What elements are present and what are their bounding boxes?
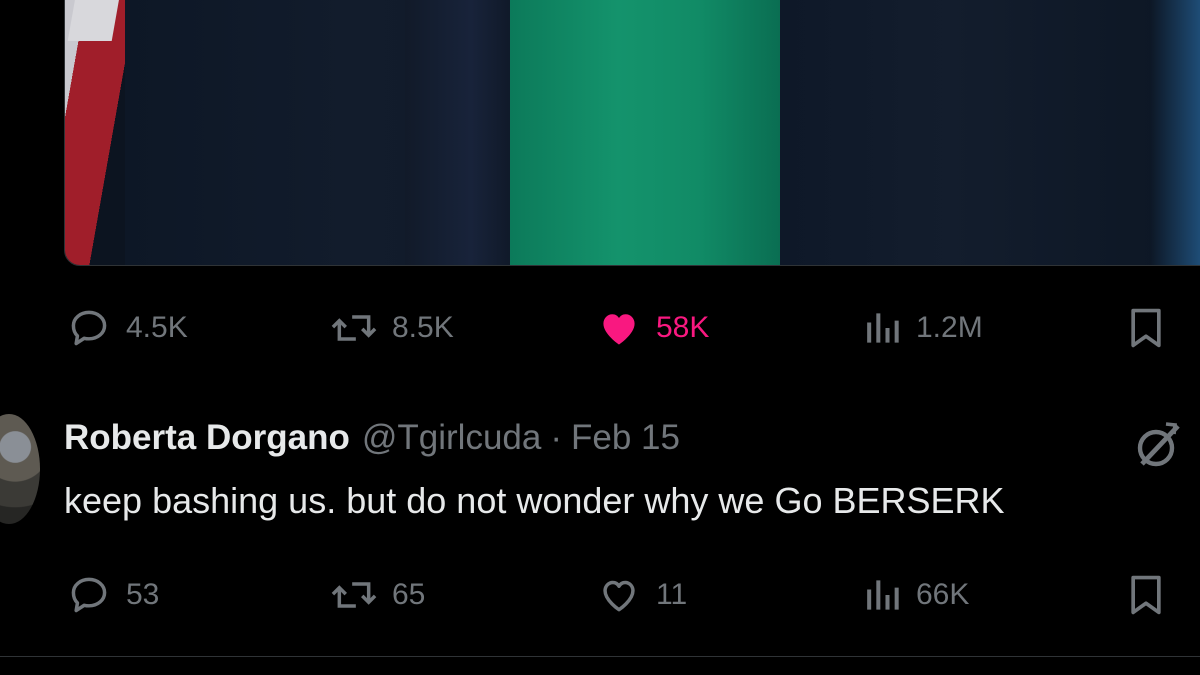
tweet-media-image[interactable] [64,0,1200,266]
separator-dot: · [550,418,562,457]
reply-button[interactable]: 4.5K [66,303,188,353]
suit-lapel-left [405,0,515,265]
repost-count: 8.5K [392,311,454,344]
reply-count: 4.5K [126,311,188,344]
speech-bubble-icon [66,573,112,617]
bookmark-icon [1127,573,1165,617]
like-count: 11 [656,578,688,611]
reply-count: 53 [126,578,160,611]
bookmark-button[interactable] [1127,303,1179,353]
views-button[interactable]: 1.2M [862,303,983,353]
tweet-action-bar: 4.5K 8.5K 58K 1.2M [0,303,1200,353]
like-button[interactable]: 58K [596,303,709,353]
bookmark-icon [1127,306,1165,350]
green-shirt [510,0,780,265]
grok-slash-circle-icon[interactable] [1130,420,1186,470]
bar-chart-icon [862,573,902,617]
suit-jacket-right [780,0,1160,265]
bookmark-button[interactable] [1127,570,1179,620]
repost-arrows-icon [330,306,378,350]
like-button[interactable]: 11 [596,570,687,620]
view-count: 66K [916,578,970,611]
reply-button[interactable]: 53 [66,570,159,620]
repost-arrows-icon [330,573,378,617]
reply-header: Roberta Dorgano @Tgirlcuda · Feb 15 [64,418,680,468]
like-count: 58K [656,311,710,344]
author-handle[interactable]: @Tgirlcuda [362,418,541,458]
view-count: 1.2M [916,311,983,344]
reply-text: keep bashing us. but do not wonder why w… [64,480,1005,521]
bar-chart-icon [862,306,902,350]
heart-icon [596,306,642,350]
heart-icon [596,573,642,617]
avatar[interactable] [0,414,40,524]
repost-button[interactable]: 8.5K [330,303,454,353]
repost-button[interactable]: 65 [330,570,425,620]
author-name[interactable]: Roberta Dorgano [64,418,350,458]
post-date[interactable]: Feb 15 [571,418,680,458]
views-button[interactable]: 66K [862,570,969,620]
background-blue [1150,0,1200,265]
divider [0,656,1200,657]
reply-action-bar: 53 65 11 66K [0,570,1200,620]
repost-count: 65 [392,578,426,611]
speech-bubble-icon [66,306,112,350]
